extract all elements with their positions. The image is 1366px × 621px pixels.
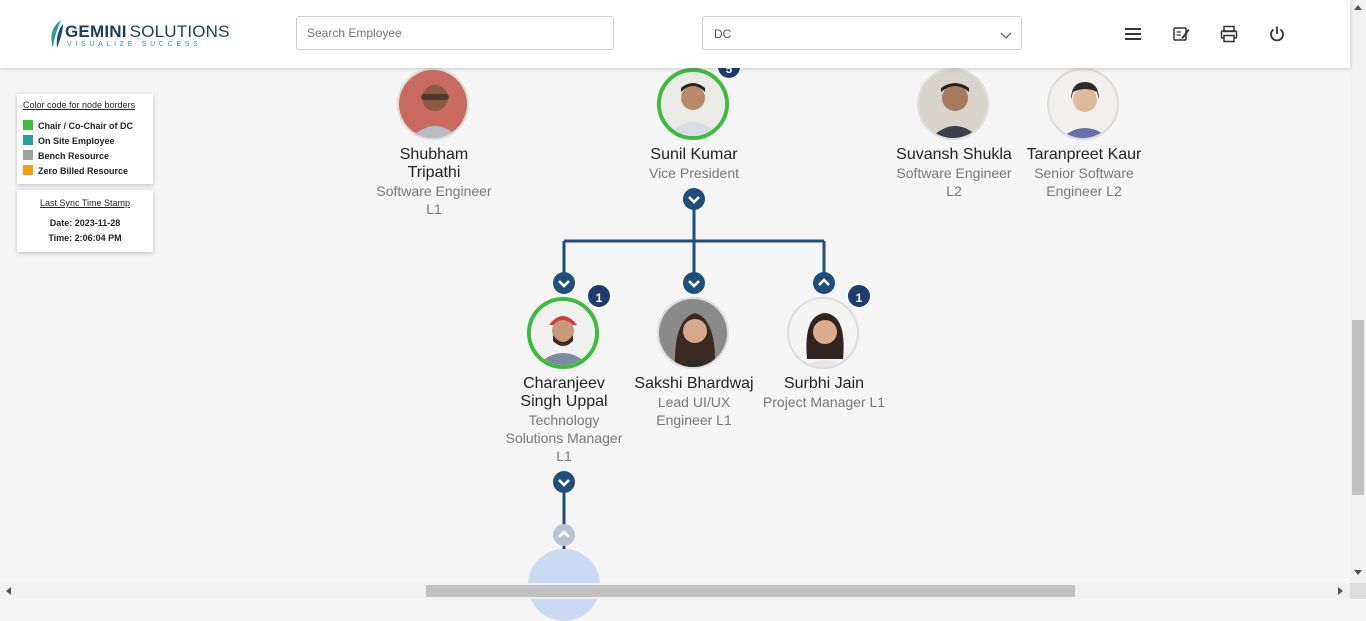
scroll-left-arrow-icon[interactable] [5,587,11,595]
edit-note-icon[interactable] [1171,24,1191,44]
search-employee-input[interactable] [296,16,614,50]
employee-name: Surbhi Jain [783,375,865,392]
gemini-logo[interactable]: GEMINI SOLUTIONS VISUALIZE SUCCESS [47,18,230,52]
vertical-scrollbar[interactable] [1350,0,1366,583]
print-icon[interactable] [1219,24,1239,44]
employee-title: Senior Software Engineer L2 [1034,165,1134,199]
avatar[interactable] [657,297,729,369]
chevron-up-icon [558,530,570,538]
employee-name: Suvansh Shukla [896,146,1012,163]
reports-count-badge: 1 [846,283,872,309]
logo-wordmark: GEMINI SOLUTIONS [65,22,230,41]
chevron-down-icon [1000,32,1012,39]
expand-toggle-surbhi[interactable] [813,272,835,294]
employee-name: Sakshi Bhardwaj [634,375,754,392]
person-photo-icon [661,72,725,136]
department-select-value: DC [714,27,732,41]
menu-icon[interactable] [1123,24,1143,44]
reports-count-badge: 1 [586,283,612,309]
chevron-down-icon [688,280,700,288]
employee-name: Sunil Kumar [650,146,738,163]
expand-toggle-charanjeev[interactable] [553,272,575,294]
expand-toggle-sakshi[interactable] [683,272,705,294]
chevron-down-icon [558,479,570,487]
employee-title: Vice President [648,165,739,181]
power-icon[interactable] [1267,24,1287,44]
employee-name: Charanjeev Singh Uppal [520,375,608,410]
horizontal-scroll-thumb[interactable] [426,585,1075,597]
employee-title: Project Manager L1 [762,394,886,410]
avatar[interactable] [397,68,469,140]
logo-tagline: VISUALIZE SUCCESS [67,41,202,48]
employee-title: Technology Solutions Manager L1 [505,412,623,464]
expand-toggle-faded[interactable] [553,524,575,546]
scroll-up-arrow-icon[interactable] [1354,4,1362,10]
department-select[interactable]: DC [702,16,1022,50]
employee-name: Shubham Tripathi [399,146,469,181]
chevron-up-icon [818,278,830,286]
vertical-scroll-thumb[interactable] [1352,320,1364,495]
employee-name: Taranpreet Kaur [1026,146,1142,163]
collapse-toggle-charanjeev[interactable] [553,471,575,493]
avatar[interactable] [657,68,729,140]
scroll-down-arrow-icon[interactable] [1354,570,1362,576]
collapse-toggle-sunil[interactable] [683,188,705,210]
chevron-down-icon [688,196,700,204]
employee-title: Software Engineer L2 [896,165,1012,199]
employee-title: Software Engineer L1 [376,183,492,217]
employee-title: Lead UI/UX Engineer L1 [656,394,732,428]
chevron-down-icon [558,280,570,288]
scroll-right-arrow-icon[interactable] [1338,587,1344,595]
top-bar: GEMINISOLUTIONS VISUALIZE SUCCESS DC [0,0,1350,68]
avatar[interactable] [1047,68,1119,140]
avatar[interactable] [787,297,859,369]
person-photo-icon [531,301,595,365]
avatar[interactable] [527,297,599,369]
avatar[interactable] [917,68,989,140]
leaf-logo-icon [51,20,63,48]
scrollbar-corner [1350,583,1366,599]
